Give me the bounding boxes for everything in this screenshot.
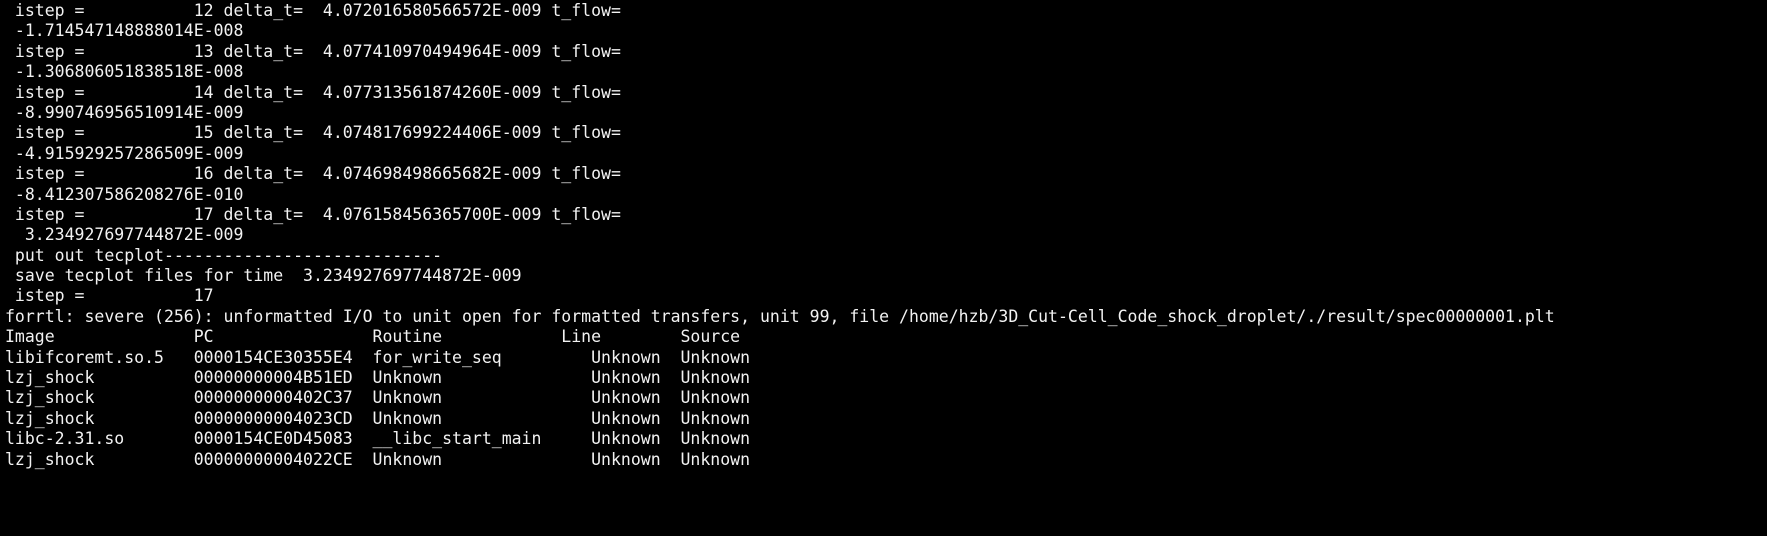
traceback-row: lzj_shock 00000000004023CD Unknown Unkno… <box>5 408 751 428</box>
traceback-row: lzj_shock 00000000004B51ED Unknown Unkno… <box>5 368 751 388</box>
output-line-istep-13: istep = 13 delta_t= 4.077410970494964E-0… <box>5 41 621 61</box>
output-line-tflow-13: -1.306806051838518E-008 <box>5 62 244 82</box>
traceback-row: libc-2.31.so 0000154CE0D45083 __libc_sta… <box>5 429 751 449</box>
traceback-row: lzj_shock 0000000000402C37 Unknown Unkno… <box>5 388 751 408</box>
output-line-istep-12: istep = 12 delta_t= 4.072016580566572E-0… <box>5 1 621 20</box>
output-line-save-tecplot: save tecplot files for time 3.2349276977… <box>5 266 522 286</box>
output-line-tflow-12: -1.714547148888014E-008 <box>5 21 244 41</box>
terminal-output[interactable]: istep = 12 delta_t= 4.072016580566572E-0… <box>0 0 1767 536</box>
output-line-istep-16: istep = 16 delta_t= 4.074698498665682E-0… <box>5 164 621 184</box>
traceback-row: libifcoremt.so.5 0000154CE30355E4 for_wr… <box>5 347 751 367</box>
error-message-line: forrtl: severe (256): unformatted I/O to… <box>5 306 1555 326</box>
output-line-istep-final: istep = 17 <box>5 286 214 306</box>
output-line-tflow-14: -8.990746956510914E-009 <box>5 102 244 122</box>
output-line-tflow-17: 3.234927697744872E-009 <box>5 225 244 245</box>
traceback-header: Image PC Routine Line Source <box>5 327 741 347</box>
output-line-tflow-16: -8.412307586208276E-010 <box>5 184 244 204</box>
traceback-row: lzj_shock 00000000004022CE Unknown Unkno… <box>5 449 751 469</box>
output-line-istep-14: istep = 14 delta_t= 4.077313561874260E-0… <box>5 82 621 102</box>
output-line-istep-17: istep = 17 delta_t= 4.076158456365700E-0… <box>5 204 621 224</box>
output-line-istep-15: istep = 15 delta_t= 4.074817699224406E-0… <box>5 123 621 143</box>
output-line-tflow-15: -4.915929257286509E-009 <box>5 143 244 163</box>
output-line-put-out-tecplot: put out tecplot-------------------------… <box>5 245 443 265</box>
